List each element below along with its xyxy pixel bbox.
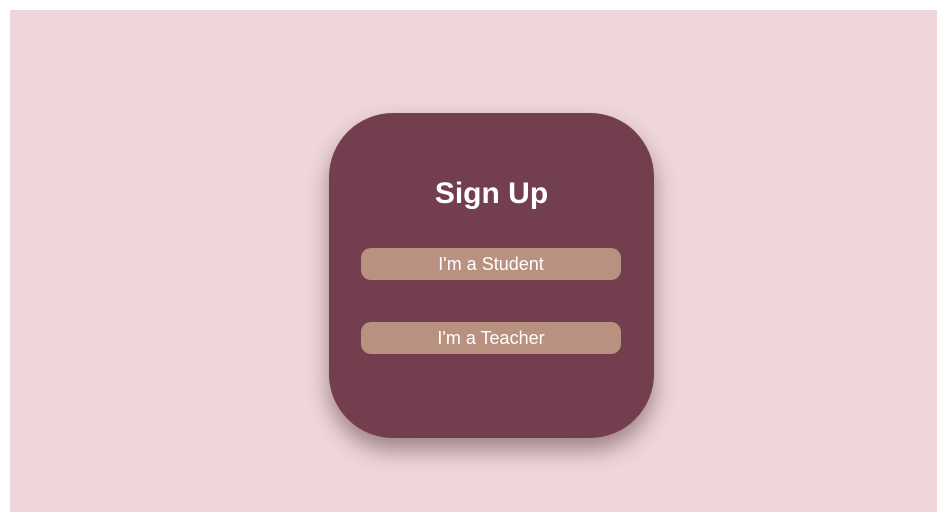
page-background: Sign Up I'm a Student I'm a Teacher bbox=[10, 10, 937, 512]
signup-card: Sign Up I'm a Student I'm a Teacher bbox=[329, 113, 654, 438]
teacher-signup-button[interactable]: I'm a Teacher bbox=[361, 322, 621, 354]
student-signup-button[interactable]: I'm a Student bbox=[361, 248, 621, 280]
signup-title: Sign Up bbox=[434, 177, 549, 210]
